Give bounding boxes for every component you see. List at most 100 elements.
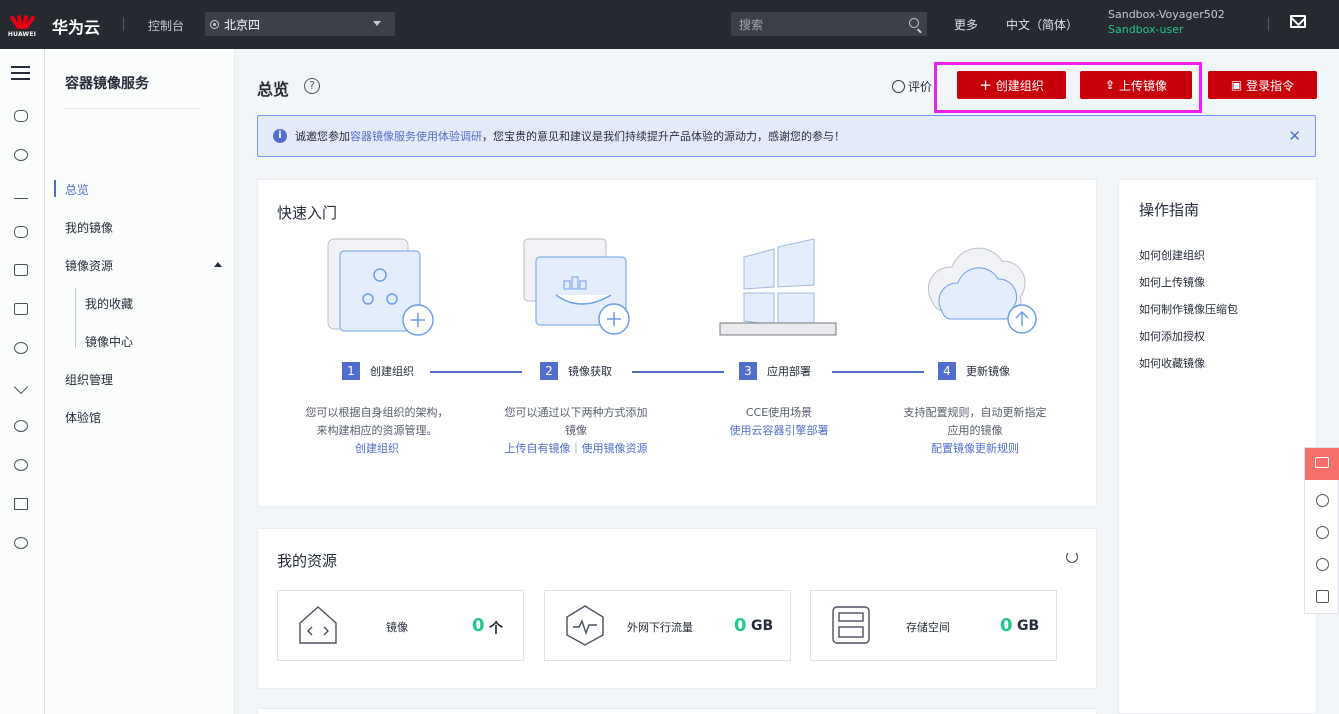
highlight-box	[934, 62, 1202, 113]
step-connector	[430, 371, 522, 373]
storage-icon[interactable]	[12, 262, 30, 278]
update-image-illustration	[927, 247, 1037, 334]
search-input[interactable]: 搜索	[731, 12, 927, 36]
rate-label: 评价	[908, 80, 933, 94]
menu-icon[interactable]	[11, 66, 30, 80]
help-icon[interactable]	[1316, 558, 1329, 571]
survey-link[interactable]: 容器镜像服务使用体验调研	[350, 128, 482, 144]
backup-icon[interactable]	[12, 301, 30, 317]
nav-item-image-center[interactable]: 镜像中心	[85, 333, 133, 350]
monitor-icon[interactable]	[12, 185, 30, 201]
refresh-icon[interactable]	[1066, 551, 1078, 563]
language-select[interactable]: 中文（简体）	[1006, 16, 1078, 33]
service-rail	[0, 49, 45, 714]
location-pin-icon	[211, 20, 218, 28]
floating-toolbar	[1304, 447, 1339, 614]
region-select[interactable]: 北京四	[205, 12, 395, 36]
step-1: 1 创建组织	[342, 362, 414, 380]
nav-item-org-management[interactable]: 组织管理	[65, 371, 113, 388]
resource-label: 存储空间	[906, 621, 950, 634]
update-rule-link[interactable]: 配置镜像更新规则	[900, 440, 1050, 458]
chat-button[interactable]	[1305, 448, 1339, 480]
subnav-guide-line	[75, 288, 76, 348]
help-icon[interactable]: ?	[304, 78, 320, 94]
step-label: 镜像获取	[568, 365, 612, 378]
terminal-icon: ▣	[1230, 78, 1243, 92]
guide-link[interactable]: 如何制作镜像压缩包	[1139, 301, 1238, 317]
step-4: 4 更新镜像	[938, 362, 1010, 380]
region-value: 北京四	[224, 17, 261, 32]
step-label: 应用部署	[767, 365, 811, 378]
divider	[123, 17, 124, 31]
divider	[65, 108, 200, 109]
step-label: 创建组织	[370, 365, 414, 378]
upload-or-use-link[interactable]: 上传自有镜像｜使用镜像资源	[501, 440, 651, 458]
notice-suffix: ，您宝贵的意见和建议是我们持续提升产品体验的源动力，感谢您的参与！	[482, 130, 845, 143]
edit-note-icon[interactable]	[1316, 590, 1329, 603]
deploy-icon[interactable]	[12, 379, 30, 395]
close-icon[interactable]: ✕	[1288, 127, 1301, 145]
mail-icon[interactable]	[1290, 15, 1306, 28]
guide-link[interactable]: 如何收藏镜像	[1139, 355, 1205, 371]
globe-icon[interactable]	[12, 418, 30, 434]
notice-prefix: 诚邀您参加	[295, 130, 350, 143]
ip-icon[interactable]	[12, 457, 30, 473]
console-link[interactable]: 控制台	[148, 17, 184, 34]
step-label: 更新镜像	[966, 365, 1010, 378]
guide-link[interactable]: 如何上传镜像	[1139, 274, 1205, 290]
create-org-link[interactable]: 创建组织	[302, 440, 452, 458]
support-headset-icon[interactable]	[1316, 526, 1329, 539]
sub-navigation: 容器镜像服务 总览 我的镜像 镜像资源 我的收藏 镜像中心 组织管理 体验馆	[45, 49, 235, 714]
service-title: 容器镜像服务	[65, 76, 149, 92]
speed-icon[interactable]	[12, 340, 30, 356]
step-desc-text: 支持配置规则，自动更新指定应用的镜像	[903, 406, 1047, 437]
rate-button[interactable]: 评价	[892, 78, 932, 95]
nav-item-my-images[interactable]: 我的镜像	[65, 219, 113, 236]
chat-icon	[1315, 457, 1329, 468]
step-3: 3 应用部署	[739, 362, 811, 380]
step-4-desc: 支持配置规则，自动更新指定应用的镜像配置镜像更新规则	[900, 404, 1050, 458]
resources-title: 我的资源	[277, 552, 338, 570]
image-fetch-illustration	[523, 238, 630, 335]
cluster-icon[interactable]	[12, 147, 30, 163]
nav-item-favorites[interactable]: 我的收藏	[85, 295, 133, 312]
next-card	[257, 708, 1097, 714]
survey-notice: i 诚邀您参加 容器镜像服务使用体验调研 ，您宝贵的意见和建议是我们持续提升产品…	[257, 115, 1316, 157]
resource-traffic[interactable]: 外网下行流量 0 GB	[544, 590, 791, 661]
nav-item-image-resources[interactable]: 镜像资源	[65, 257, 113, 274]
guide-title: 操作指南	[1139, 201, 1200, 219]
cce-deploy-link[interactable]: 使用云容器引擎部署	[704, 422, 854, 440]
brand-name[interactable]: 华为云	[52, 14, 100, 38]
user-menu[interactable]: Sandbox-Voyager502 Sandbox-user	[1108, 7, 1225, 37]
search-placeholder: 搜索	[739, 17, 764, 32]
resource-unit: GB	[751, 618, 774, 634]
security-icon[interactable]	[12, 496, 30, 512]
chevron-up-icon[interactable]	[214, 262, 222, 267]
info-icon: i	[273, 129, 287, 143]
guide-link[interactable]: 如何添加授权	[1139, 328, 1205, 344]
resource-storage[interactable]: 存储空间 0 GB	[810, 590, 1057, 661]
active-indicator	[54, 180, 56, 197]
resource-images[interactable]: 镜像 0 个	[277, 590, 524, 661]
feedback-smile-icon[interactable]	[1316, 494, 1329, 507]
step-1-desc: 您可以根据自身组织的架构，来构建相应的资源管理。 创建组织	[302, 404, 452, 458]
cloud-server-icon[interactable]	[12, 108, 30, 124]
logo-caption: HUAWEI	[7, 31, 37, 38]
guide-link[interactable]: 如何创建组织	[1139, 247, 1205, 263]
deploy-illustration	[719, 238, 837, 336]
analytics-icon[interactable]	[12, 535, 30, 551]
storage-disk-icon	[832, 606, 870, 644]
login-command-button[interactable]: ▣ 登录指令	[1208, 71, 1317, 99]
quickstart-title: 快速入门	[277, 204, 338, 222]
more-menu[interactable]: 更多	[954, 16, 978, 33]
user-role: Sandbox-user	[1108, 23, 1184, 36]
step-desc-text: 您可以通过以下两种方式添加镜像	[504, 406, 648, 437]
nav-item-overview[interactable]: 总览	[65, 181, 89, 198]
smile-icon	[892, 80, 905, 93]
nav-item-experience[interactable]: 体验馆	[65, 409, 101, 426]
database-icon[interactable]	[12, 224, 30, 240]
search-icon[interactable]	[909, 18, 919, 28]
resource-value: 0	[472, 615, 485, 636]
step-number: 3	[739, 362, 757, 380]
huawei-logo[interactable]: HUAWEI	[0, 0, 44, 49]
